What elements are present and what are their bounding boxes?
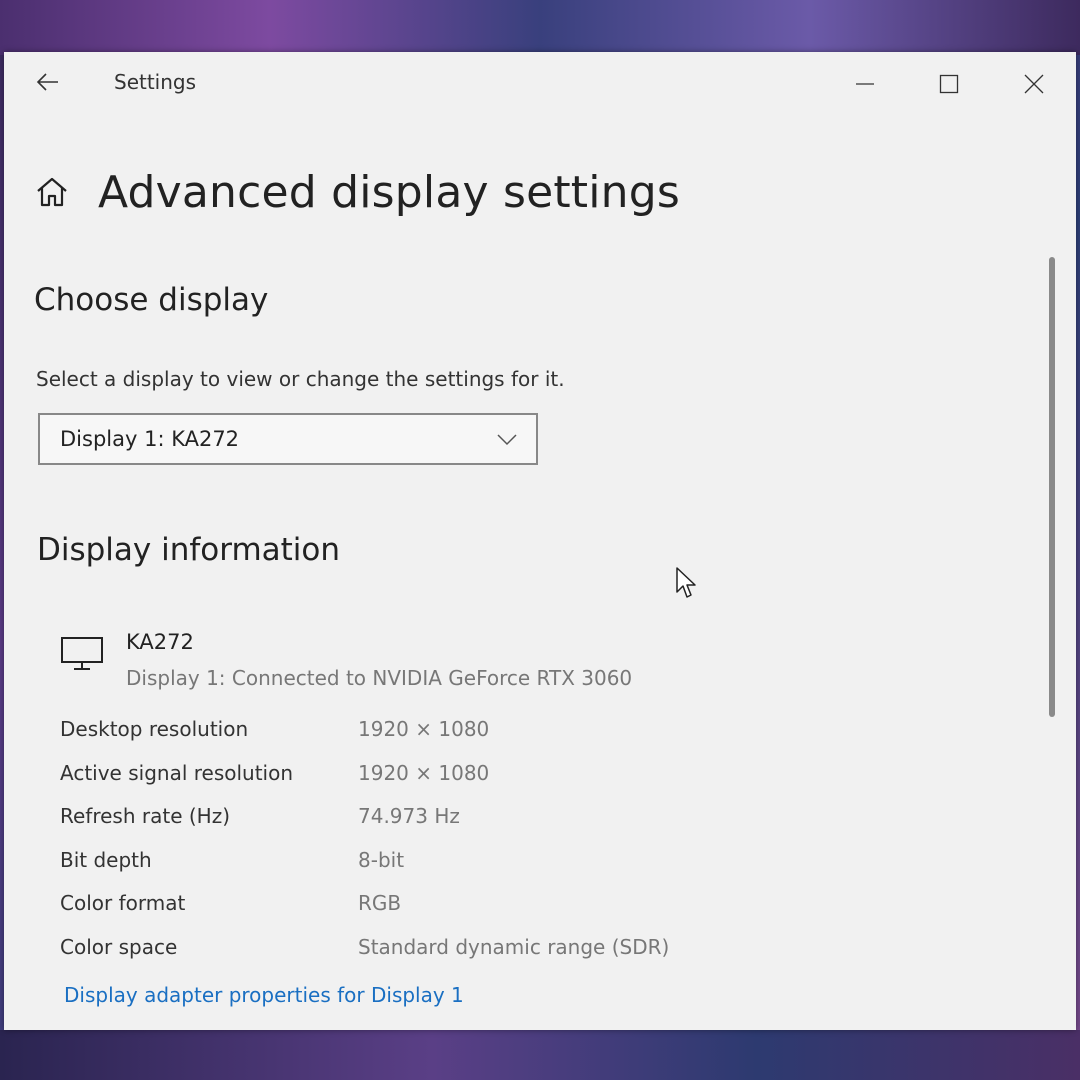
app-title: Settings bbox=[114, 70, 197, 94]
mouse-cursor-icon bbox=[676, 567, 696, 598]
close-icon bbox=[1024, 74, 1044, 94]
title-bar: Settings bbox=[4, 52, 1076, 114]
minimize-button[interactable] bbox=[842, 64, 888, 104]
dropdown-chevron bbox=[492, 429, 522, 449]
display-adapter-properties-link[interactable]: Display adapter properties for Display 1 bbox=[64, 983, 464, 1007]
maximize-button[interactable] bbox=[926, 64, 972, 104]
home-button[interactable] bbox=[32, 172, 72, 212]
vertical-scrollbar[interactable] bbox=[1049, 257, 1055, 717]
display-select-value: Display 1: KA272 bbox=[60, 427, 240, 451]
info-label: Desktop resolution bbox=[60, 717, 249, 741]
desktop-backdrop-top bbox=[0, 0, 1080, 55]
info-value: Standard dynamic range (SDR) bbox=[358, 934, 670, 959]
info-label: Color format bbox=[60, 891, 186, 915]
info-value: 8-bit bbox=[358, 847, 405, 872]
info-value: 1920 × 1080 bbox=[358, 717, 490, 741]
display-select-dropdown[interactable]: Display 1: KA272 bbox=[38, 413, 538, 465]
info-value: 1920 × 1080 bbox=[358, 760, 490, 785]
page-title: Advanced display settings bbox=[98, 166, 681, 218]
chevron-down-icon bbox=[497, 434, 517, 446]
maximize-icon bbox=[939, 74, 959, 94]
back-arrow-icon bbox=[36, 73, 58, 91]
minimize-icon bbox=[856, 83, 874, 85]
choose-display-heading: Choose display bbox=[34, 282, 269, 318]
display-information-heading: Display information bbox=[37, 532, 341, 568]
info-label: Active signal resolution bbox=[60, 760, 294, 785]
info-value: RGB bbox=[358, 891, 402, 915]
home-icon bbox=[37, 177, 67, 207]
monitor-name: KA272 bbox=[126, 630, 194, 654]
info-label: Bit depth bbox=[60, 847, 152, 872]
settings-window: Settings Advanced display settings Choos… bbox=[4, 52, 1076, 1030]
info-label: Color space bbox=[60, 934, 178, 959]
desktop-backdrop-bottom bbox=[0, 1030, 1080, 1080]
back-button[interactable] bbox=[30, 66, 66, 98]
close-button[interactable] bbox=[1011, 64, 1057, 104]
monitor-icon bbox=[61, 637, 103, 670]
page-header: Advanced display settings bbox=[32, 162, 680, 222]
info-label: Refresh rate (Hz) bbox=[60, 804, 231, 828]
monitor-connection: Display 1: Connected to NVIDIA GeForce R… bbox=[126, 666, 633, 690]
info-value: 74.973 Hz bbox=[358, 804, 460, 828]
choose-display-prompt: Select a display to view or change the s… bbox=[36, 367, 565, 391]
